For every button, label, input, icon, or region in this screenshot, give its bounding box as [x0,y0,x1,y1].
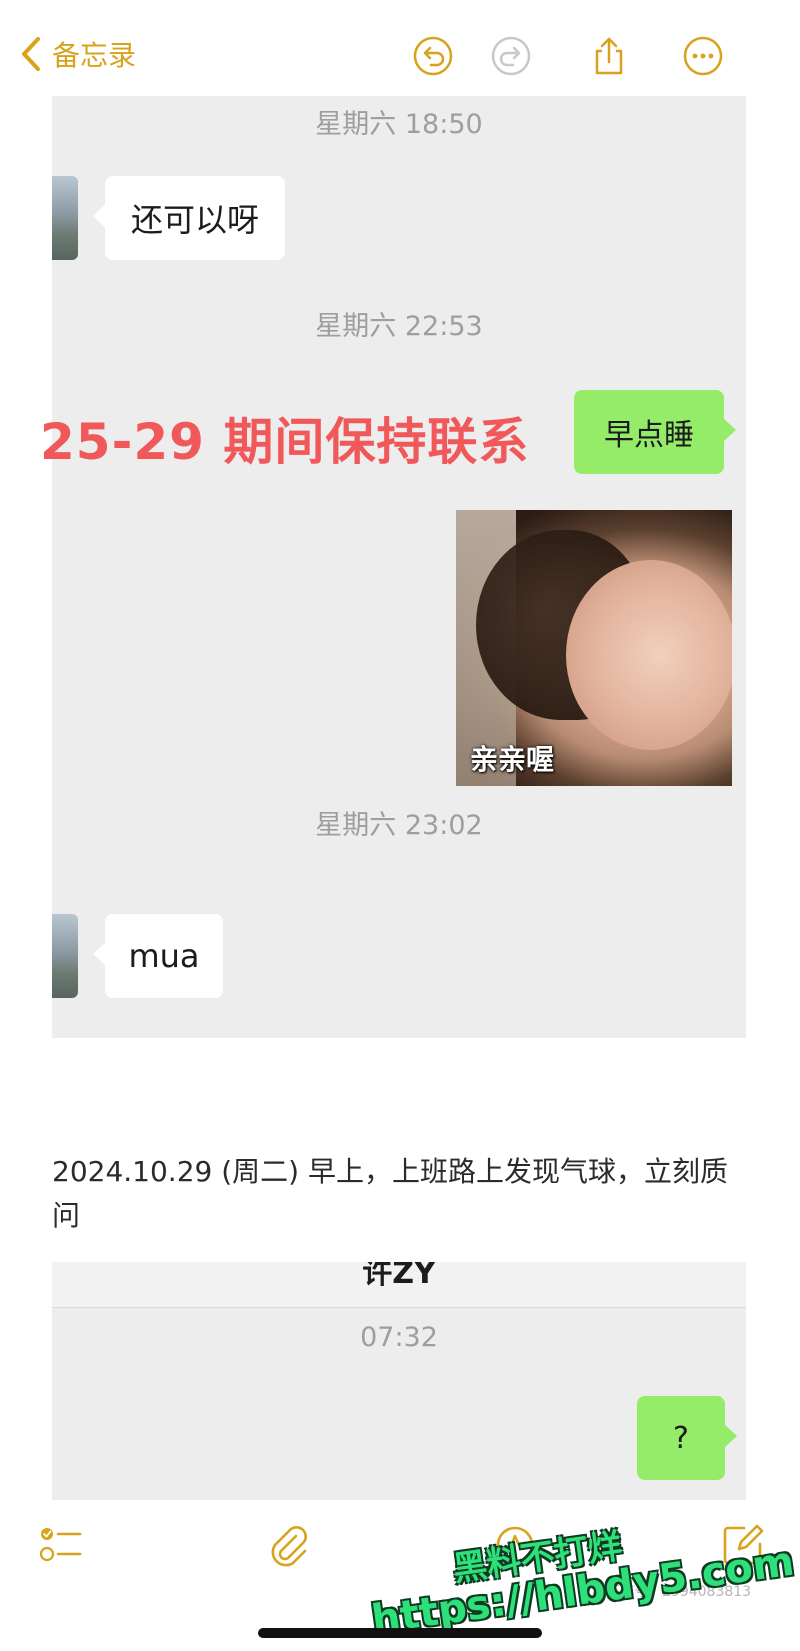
overlay-annotation: 25-29 期间保持联系 [40,413,530,471]
checklist-button[interactable] [38,1522,84,1568]
avatar [52,914,78,998]
back-label: 备忘录 [52,39,137,72]
top-nav-bar: 备忘录 [0,0,800,110]
checklist-icon [39,1528,82,1562]
more-icon [683,36,723,76]
sticker-caption: 亲亲喔 [470,743,555,776]
redo-icon [491,36,531,76]
chat-header: 许ZY [52,1262,746,1308]
redo-button[interactable] [490,35,532,77]
message-bubble-outgoing: 早点睡 [574,390,736,474]
message-bubble-outgoing: ? [637,1396,737,1480]
sticker-image: 亲亲喔 [456,510,732,786]
message-text: 早点睡 [604,418,694,453]
more-button[interactable] [682,35,724,77]
chat-header-title: 许ZY [362,1262,436,1291]
undo-icon [413,36,453,76]
back-button[interactable]: 备忘录 [20,34,136,74]
undo-button[interactable] [412,35,454,77]
timestamp: 星期六 23:02 [315,810,483,841]
share-icon [595,37,623,75]
paperclip-icon [271,1526,307,1567]
share-button[interactable] [588,35,630,77]
avatar [52,176,78,260]
timestamp: 星期六 22:53 [315,311,483,342]
sticker-face [566,560,732,750]
chat-screenshot-2: 许ZY 07:32 ? [52,1262,746,1500]
chevron-left-icon [22,37,40,71]
message-text: 还可以呀 [130,201,259,239]
message-bubble-incoming: mua [93,914,223,998]
home-indicator[interactable] [258,1628,542,1638]
message-text: mua [128,937,200,975]
timestamp: 07:32 [360,1322,438,1353]
message-bubble-incoming: 还可以呀 [93,176,285,260]
note-body-text[interactable]: 2024.10.29 (周二) 早上，上班路上发现气球，立刻质问 [52,1150,752,1238]
attachment-button[interactable] [266,1522,312,1568]
message-text: ? [673,1420,689,1456]
timestamp: 星期六 18:50 [315,109,483,140]
